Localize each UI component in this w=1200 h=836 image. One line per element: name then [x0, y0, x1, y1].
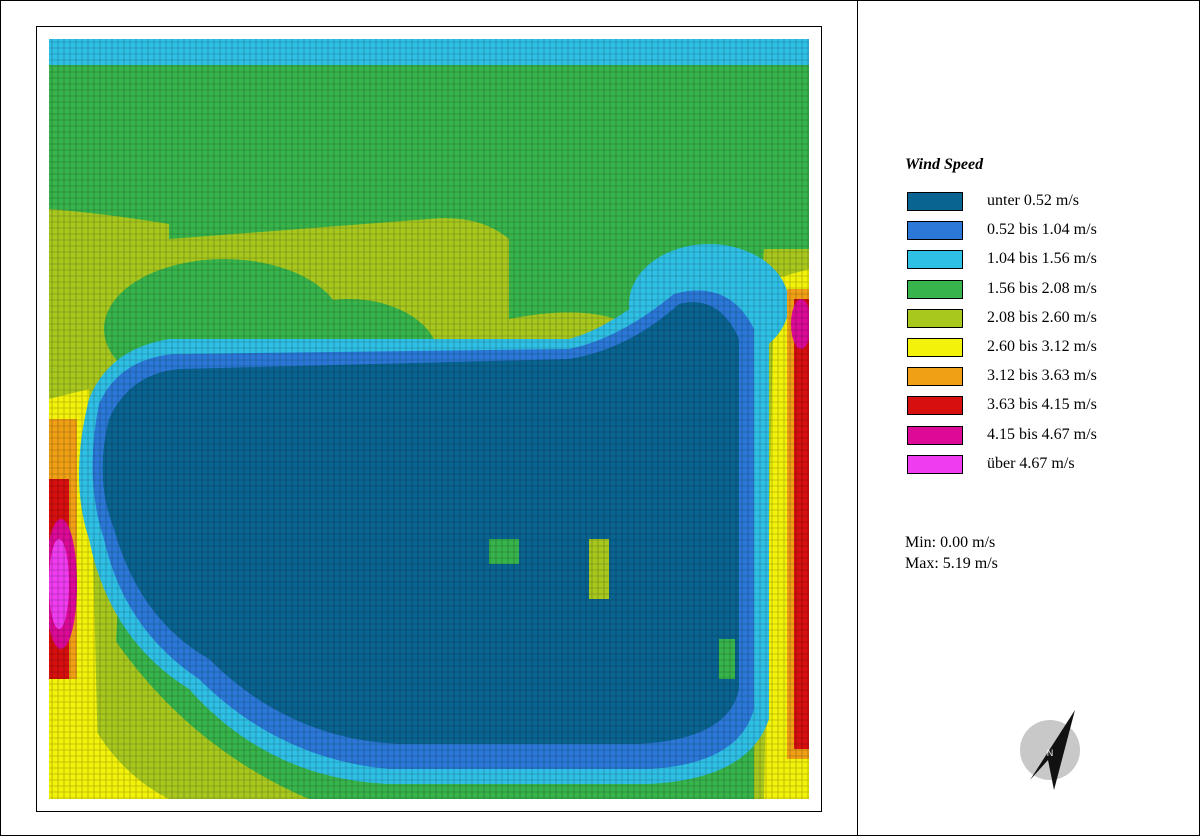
legend-item: 1.56 bis 2.08 m/s [905, 278, 1175, 307]
legend-item: 1.04 bis 1.56 m/s [905, 248, 1175, 277]
legend-title: Wind Speed [905, 156, 984, 173]
legend-item: 4.15 bis 4.67 m/s [905, 424, 1175, 453]
wind-speed-plot [49, 39, 809, 799]
legend: Wind Speed unter 0.52 m/s 0.52 bis 1.04 m… [905, 156, 1175, 482]
legend-swatch [907, 192, 963, 211]
panel-divider [857, 0, 858, 836]
legend-swatch [907, 250, 963, 270]
legend-label: 1.56 bis 2.08 m/s [987, 279, 1097, 297]
legend-label: 3.12 bis 3.63 m/s [987, 367, 1097, 385]
legend-list: unter 0.52 m/s 0.52 bis 1.04 m/s 1.04 bis … [905, 190, 1175, 482]
legend-item: über 4.67 m/s [905, 453, 1175, 482]
wind-field-map [36, 26, 822, 812]
legend-item: 2.60 bis 3.12 m/s [905, 336, 1175, 365]
legend-swatch [907, 279, 963, 299]
stat-min: Min: 0.00 m/s [905, 534, 996, 551]
legend-item: 3.63 bis 4.15 m/s [905, 394, 1175, 423]
legend-label: 1.04 bis 1.56 m/s [987, 250, 1097, 268]
legend-label: 2.08 bis 2.60 m/s [987, 308, 1097, 326]
legend-label: 0.52 bis 1.04 m/s [987, 221, 1097, 239]
stats-box: Min: 0.00 m/s Max: 5.19 m/s [905, 532, 998, 574]
vector-hatch-overlay [49, 39, 809, 799]
legend-swatch [907, 308, 963, 328]
legend-swatch [907, 221, 963, 241]
legend-item: 2.08 bis 2.60 m/s [905, 307, 1175, 336]
legend-label: 3.63 bis 4.15 m/s [987, 396, 1097, 414]
legend-item: 0.52 bis 1.04 m/s [905, 219, 1175, 248]
legend-swatch [907, 425, 963, 445]
legend-item: unter 0.52 m/s [905, 190, 1175, 219]
legend-label: 4.15 bis 4.67 m/s [987, 425, 1097, 443]
legend-swatch [907, 454, 963, 474]
legend-swatch [907, 337, 963, 357]
stat-max: Max: 5.19 m/s [905, 555, 998, 572]
legend-label: über 4.67 m/s [987, 454, 1075, 472]
legend-swatch [907, 396, 963, 416]
legend-label: 2.60 bis 3.12 m/s [987, 337, 1097, 355]
north-arrow-icon: N [1020, 710, 1080, 790]
compass-letter: N [1047, 748, 1054, 758]
legend-swatch [907, 367, 963, 387]
legend-item: 3.12 bis 3.63 m/s [905, 365, 1175, 394]
legend-label: unter 0.52 m/s [987, 192, 1079, 209]
